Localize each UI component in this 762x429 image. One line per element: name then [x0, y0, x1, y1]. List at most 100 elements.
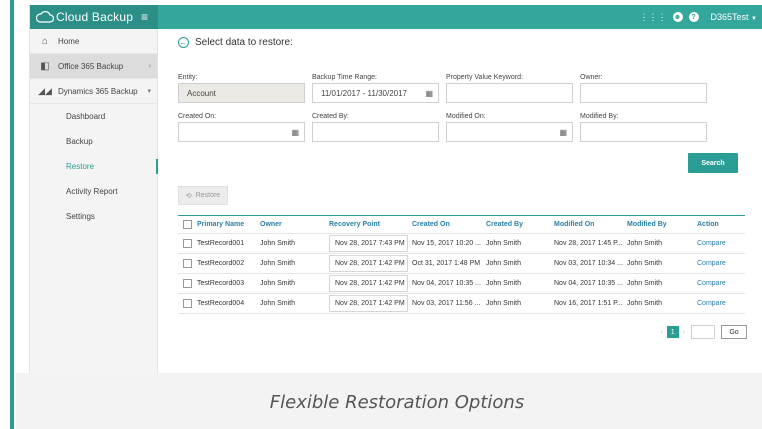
main-content: ← Select data to restore: Entity: Accoun… — [170, 29, 762, 373]
restore-label: Restore — [195, 192, 221, 199]
caret-down-icon: ▼ — [751, 16, 757, 22]
cell-created-on: Nov 03, 2017 11:56 ... — [412, 300, 481, 307]
col-header[interactable]: Modified On — [554, 221, 627, 228]
col-header[interactable]: Primary Name — [197, 221, 260, 228]
back-arrow-icon[interactable]: ← — [178, 37, 189, 48]
cell-recovery-point: Nov 28, 2017 1:42 PM — [335, 280, 405, 287]
compare-link[interactable]: Compare — [697, 260, 745, 267]
caption: Flexible Restoration Options — [269, 392, 525, 413]
cell-owner: John Smith — [260, 260, 296, 267]
entity-label: Entity: — [178, 74, 198, 81]
table-header: Primary Name Owner Recovery Point Create… — [178, 216, 745, 234]
compare-link[interactable]: Compare — [697, 280, 745, 287]
sidebar-item-settings[interactable]: Settings — [30, 204, 157, 229]
keyword-label: Property Value Keyword: — [446, 74, 523, 81]
created-on-label: Created On: — [178, 113, 217, 120]
apps-grid-icon[interactable]: ⋮⋮⋮ — [640, 12, 667, 23]
owner-label: Owner: — [580, 74, 603, 81]
page-input[interactable] — [691, 325, 715, 339]
created-by-label: Created By: — [312, 113, 349, 120]
owner-input[interactable] — [580, 83, 707, 103]
cell-recovery-point: Nov 28, 2017 7:43 PM — [335, 240, 405, 247]
row-checkbox[interactable] — [183, 239, 192, 248]
row-checkbox[interactable] — [183, 279, 192, 288]
cell-owner: John Smith — [260, 280, 296, 287]
calendar-icon[interactable]: ▦ — [291, 128, 299, 137]
support-icon[interactable]: ☻ — [672, 12, 683, 22]
row-checkbox[interactable] — [183, 299, 192, 308]
home-icon: ⌂ — [41, 35, 49, 47]
cell-created-by: John Smith — [486, 300, 522, 307]
cell-created-by: John Smith — [486, 280, 522, 287]
col-header[interactable]: Owner — [260, 221, 329, 228]
recovery-point-select[interactable]: Nov 28, 2017 1:42 PM — [329, 295, 408, 312]
created-on-field[interactable]: ▦ — [178, 122, 305, 142]
compare-link[interactable]: Compare — [697, 240, 745, 247]
sidebar-item-dynamics365[interactable]: ◢◢ Dynamics 365 Backup ▾ — [30, 79, 157, 104]
hamburger-icon[interactable]: ≡ — [141, 10, 148, 24]
cell-created-on: Oct 31, 2017 1:48 PM — [412, 260, 481, 267]
top-right-tools: ⋮⋮⋮ ☻ ? D365Test ▼ — [640, 5, 758, 29]
col-header[interactable]: Created On — [412, 221, 486, 228]
pagination: ‹ 1 › Go — [660, 325, 747, 339]
col-header[interactable]: Created By — [486, 221, 554, 228]
page-number[interactable]: 1 — [666, 326, 679, 338]
row-checkbox[interactable] — [183, 259, 192, 268]
col-header[interactable]: Modified By — [627, 221, 697, 228]
sidebar-item-office365[interactable]: ◧ Office 365 Backup › — [30, 54, 157, 79]
left-accent-stripe — [0, 0, 16, 429]
cell-modified-by: John Smith — [627, 280, 663, 287]
cell-modified-on: Nov 16, 2017 1:51 P... — [554, 300, 623, 307]
table-row: TestRecord003 John Smith Nov 28, 2017 1:… — [178, 274, 745, 294]
cloud-logo-icon — [36, 11, 54, 23]
cell-created-by: John Smith — [486, 260, 522, 267]
backup-range-label: Backup Time Range: — [312, 74, 377, 81]
backup-range-field[interactable]: 11/01/2017 - 11/30/2017 ▦ — [312, 83, 439, 103]
modified-by-label: Modified By: — [580, 113, 619, 120]
brand-name: Cloud Backup — [56, 10, 134, 24]
sidebar-item-restore[interactable]: Restore — [30, 154, 158, 179]
cell-owner: John Smith — [260, 240, 296, 247]
help-icon[interactable]: ? — [688, 12, 699, 22]
keyword-input[interactable] — [446, 83, 573, 103]
select-all-checkbox[interactable] — [183, 220, 192, 229]
modified-on-field[interactable]: ▦ — [446, 122, 573, 142]
sidebar-item-label: Home — [58, 36, 80, 46]
cell-owner: John Smith — [260, 300, 296, 307]
next-page-icon[interactable]: › — [683, 329, 685, 336]
entity-field: Account — [178, 83, 305, 103]
restore-button[interactable]: ⟲ Restore — [178, 186, 228, 205]
cell-primary-name: TestRecord004 — [197, 300, 245, 307]
search-button[interactable]: Search — [688, 153, 738, 173]
modified-by-input[interactable] — [580, 122, 707, 142]
recovery-point-select[interactable]: Nov 28, 2017 1:42 PM — [329, 275, 408, 292]
calendar-icon[interactable]: ▦ — [425, 89, 433, 98]
cell-modified-on: Nov 03, 2017 10:34 ... — [554, 260, 623, 267]
modified-on-label: Modified On: — [446, 113, 486, 120]
sidebar-item-home[interactable]: ⌂ Home — [30, 29, 157, 54]
cell-modified-by: John Smith — [627, 260, 663, 267]
user-menu[interactable]: D365Test ▼ — [711, 12, 758, 22]
sidebar-item-backup[interactable]: Backup — [30, 129, 157, 154]
top-bar: Cloud Backup ≡ ⋮⋮⋮ ☻ ? D365Test ▼ — [30, 5, 762, 29]
go-button[interactable]: Go — [721, 325, 747, 339]
table-row: TestRecord002 John Smith Nov 28, 2017 1:… — [178, 254, 745, 274]
sidebar-item-activity-report[interactable]: Activity Report — [30, 179, 157, 204]
accent-bar — [10, 0, 14, 429]
sidebar: ⌂ Home ◧ Office 365 Backup › ◢◢ Dynamics… — [30, 29, 158, 373]
table-row: TestRecord004 John Smith Nov 28, 2017 1:… — [178, 294, 745, 314]
cell-modified-on: Nov 28, 2017 1:45 P... — [554, 240, 623, 247]
recovery-point-select[interactable]: Nov 28, 2017 1:42 PM — [329, 255, 408, 272]
created-by-input[interactable] — [312, 122, 439, 142]
recovery-point-select[interactable]: Nov 28, 2017 7:43 PM — [329, 235, 408, 252]
compare-link[interactable]: Compare — [697, 300, 745, 307]
cell-created-on: Nov 15, 2017 10:20 ... — [412, 240, 481, 247]
chevron-down-icon: ▾ — [147, 88, 151, 95]
cell-modified-by: John Smith — [627, 300, 663, 307]
table-row: TestRecord001 John Smith Nov 28, 2017 7:… — [178, 234, 745, 254]
prev-page-icon[interactable]: ‹ — [660, 329, 662, 336]
col-header[interactable]: Recovery Point — [329, 221, 412, 228]
sidebar-item-dashboard[interactable]: Dashboard — [30, 104, 157, 129]
restore-icon: ⟲ — [185, 192, 192, 200]
calendar-icon[interactable]: ▦ — [559, 128, 567, 137]
